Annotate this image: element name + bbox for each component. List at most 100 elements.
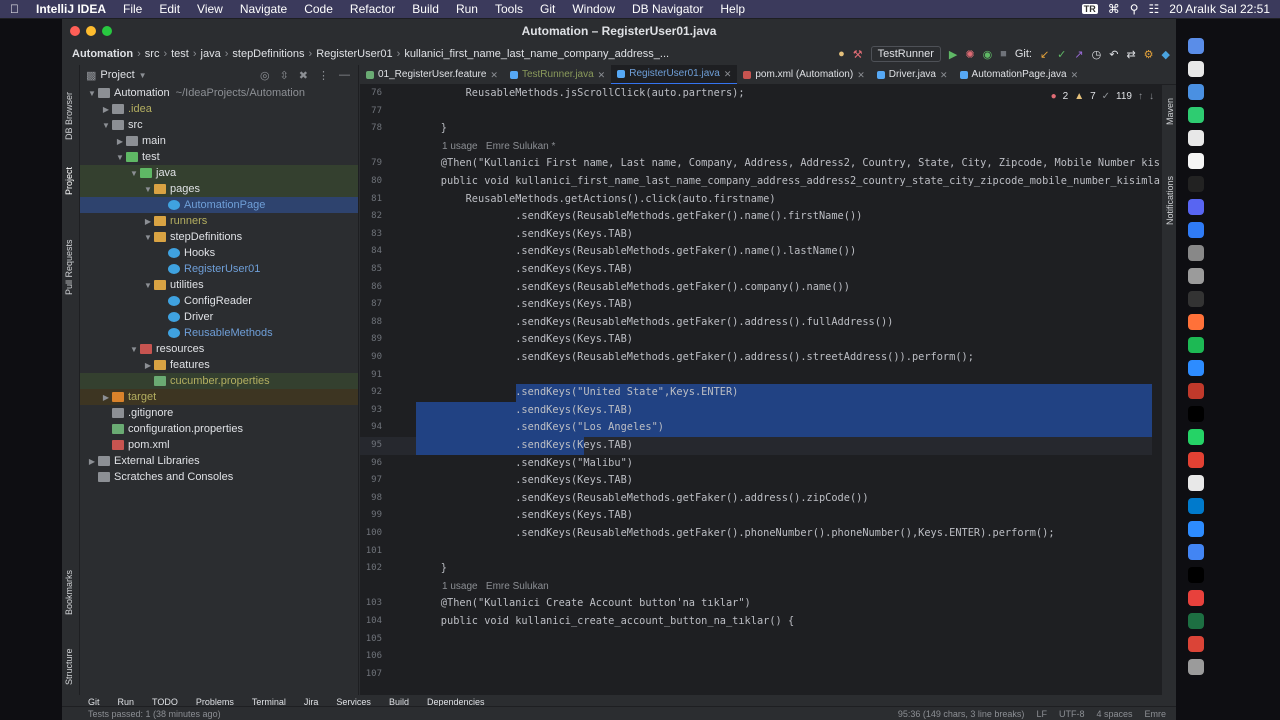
wifi-icon[interactable]: ⌘ — [1108, 2, 1120, 16]
dock-app-icon[interactable] — [1188, 636, 1204, 652]
editor-tab[interactable]: pom.xml (Automation) ✕ — [737, 65, 870, 84]
menubar-clock[interactable]: 20 Aralık Sal 22:51 — [1169, 2, 1270, 16]
chevron-down-icon[interactable]: ▼ — [114, 150, 126, 166]
tree-item[interactable]: ▶ .idea — [80, 101, 358, 117]
code-line[interactable]: 91 — [360, 367, 1152, 385]
dock-app-icon[interactable] — [1188, 337, 1204, 353]
dock-app-icon[interactable] — [1188, 153, 1204, 169]
menu-item[interactable]: DB Navigator — [632, 2, 703, 16]
chevron-down-icon[interactable]: ▼ — [86, 86, 98, 102]
menu-item[interactable]: Run — [456, 2, 478, 16]
code-line[interactable]: 83 .sendKeys(Keys.TAB) — [360, 226, 1152, 244]
chevron-right-icon[interactable]: ▶ — [142, 214, 154, 230]
editor-tab[interactable]: TestRunner.java ✕ — [504, 65, 611, 84]
code-line[interactable]: 79 @Then("Kullanici First name, Last nam… — [360, 155, 1160, 173]
chevron-right-icon[interactable]: ▶ — [100, 390, 112, 406]
dock-app-icon[interactable] — [1188, 199, 1204, 215]
status-message[interactable]: Tests passed: 1 (38 minutes ago) — [88, 709, 221, 719]
dock-app-icon[interactable] — [1188, 521, 1204, 537]
code-line[interactable]: 99 .sendKeys(Keys.TAB) — [360, 507, 1152, 525]
chevron-down-icon[interactable]: ▼ — [142, 278, 154, 294]
maven-tab[interactable]: Maven — [1165, 98, 1175, 125]
project-view-select[interactable]: Project — [100, 69, 134, 81]
tree-item[interactable]: ▼ resources — [80, 341, 358, 357]
code-editor[interactable]: 76 ReusableMethods.jsScrollClick(auto.pa… — [360, 85, 1176, 695]
menu-item[interactable]: Navigate — [240, 2, 287, 16]
breadcrumb-item[interactable]: java — [201, 48, 221, 60]
dock-app-icon[interactable] — [1188, 498, 1204, 514]
code-line[interactable]: 106 — [360, 648, 1152, 666]
breadcrumb-item[interactable]: src — [145, 48, 160, 60]
notifications-tab[interactable]: Notifications — [1165, 176, 1175, 225]
tree-item[interactable]: ▶ runners — [80, 213, 358, 229]
close-window-button[interactable] — [70, 26, 80, 36]
dock-app-icon[interactable] — [1188, 38, 1204, 54]
tree-item[interactable]: ▶ External Libraries — [80, 453, 358, 469]
dock-app-icon[interactable] — [1188, 452, 1204, 468]
code-line[interactable]: 80 public void kullanici_first_name_last… — [360, 173, 1160, 191]
file-encoding[interactable]: UTF-8 — [1059, 709, 1085, 719]
dock-app-icon[interactable] — [1188, 84, 1204, 100]
menu-item[interactable]: Help — [720, 2, 745, 16]
code-line[interactable]: 95 .sendKeys(Keys.TAB) — [360, 437, 1152, 455]
breadcrumb-item[interactable]: test — [171, 48, 189, 60]
code-line[interactable]: 1 usage Emre Sulukan — [360, 578, 1152, 596]
tree-item[interactable]: ▼ test — [80, 149, 358, 165]
code-line[interactable]: 86 .sendKeys(ReusableMethods.getFaker().… — [360, 279, 1152, 297]
chevron-down-icon[interactable]: ▼ — [139, 71, 147, 80]
coverage-icon[interactable]: ◉ — [983, 48, 993, 61]
breadcrumb-item[interactable]: RegisterUser01 — [316, 48, 392, 60]
apple-icon[interactable]:  — [10, 2, 19, 16]
tree-item[interactable]: Hooks — [80, 245, 358, 261]
tree-item[interactable]: RegisterUser01 — [80, 261, 358, 277]
code-line[interactable]: 78 } — [360, 120, 1152, 138]
code-line[interactable]: 85 .sendKeys(Keys.TAB) — [360, 261, 1152, 279]
tree-item[interactable]: ▶ target — [80, 389, 358, 405]
menu-item[interactable]: File — [123, 2, 142, 16]
dock-app-icon[interactable] — [1188, 245, 1204, 261]
prev-highlight-icon[interactable]: ↑ — [1138, 91, 1143, 102]
close-tab-icon[interactable]: ✕ — [490, 65, 498, 84]
git-update-icon[interactable]: ↙ — [1040, 48, 1049, 61]
tree-item[interactable]: .gitignore — [80, 405, 358, 421]
pull-requests-tab[interactable]: Pull Requests — [64, 239, 74, 295]
app-menu[interactable]: IntelliJ IDEA — [36, 2, 106, 16]
menu-item[interactable]: View — [197, 2, 223, 16]
dock-app-icon[interactable] — [1188, 383, 1204, 399]
inspection-widget[interactable]: ● 2 ▲ 7 ✓ 119 ↑ ↓ — [1051, 91, 1154, 102]
code-line[interactable]: 1 usage Emre Sulukan * — [360, 138, 1152, 156]
run-icon[interactable]: ▶ — [949, 48, 957, 61]
menu-item[interactable]: Git — [540, 2, 555, 16]
menu-item[interactable]: Refactor — [350, 2, 395, 16]
code-line[interactable]: 105 — [360, 631, 1152, 649]
code-line[interactable]: 103 @Then("Kullanici Create Account butt… — [360, 595, 1152, 613]
vcs-user[interactable]: Emre — [1144, 709, 1166, 719]
zoom-window-button[interactable] — [102, 26, 112, 36]
git-push-icon[interactable]: ↗ — [1074, 48, 1083, 61]
structure-tab[interactable]: Structure — [64, 648, 74, 685]
breadcrumb-item[interactable]: Automation — [72, 48, 133, 60]
input-source-badge[interactable]: TR — [1081, 4, 1098, 14]
tree-item[interactable]: ConfigReader — [80, 293, 358, 309]
chevron-down-icon[interactable]: ▼ — [128, 342, 140, 358]
editor-tab[interactable]: Driver.java ✕ — [871, 65, 954, 84]
rollback-icon[interactable]: ↶ — [1109, 48, 1118, 61]
tree-item[interactable]: ▼ stepDefinitions — [80, 229, 358, 245]
code-line[interactable]: 96 .sendKeys("Malibu") — [360, 455, 1152, 473]
code-line[interactable]: 76 ReusableMethods.jsScrollClick(auto.pa… — [360, 85, 1152, 103]
close-tab-icon[interactable]: ✕ — [724, 65, 732, 84]
tree-item[interactable]: Driver — [80, 309, 358, 325]
tree-item[interactable]: ▼ pages — [80, 181, 358, 197]
bookmarks-tab[interactable]: Bookmarks — [64, 570, 74, 615]
code-line[interactable]: 77 — [360, 103, 1152, 121]
tree-item[interactable]: ▼ Automation ~/IdeaProjects/Automation — [80, 85, 358, 101]
breadcrumb-item[interactable]: stepDefinitions — [232, 48, 304, 60]
dock-app-icon[interactable] — [1188, 130, 1204, 146]
dock-app-icon[interactable] — [1188, 176, 1204, 192]
chevron-down-icon[interactable]: ▼ — [128, 166, 140, 182]
tree-item[interactable]: AutomationPage — [80, 197, 358, 213]
menu-item[interactable]: Code — [304, 2, 333, 16]
tree-item[interactable]: ▼ src — [80, 117, 358, 133]
run-config-select[interactable]: TestRunner — [870, 46, 941, 62]
collapse-all-icon[interactable]: ✖ — [299, 69, 308, 82]
